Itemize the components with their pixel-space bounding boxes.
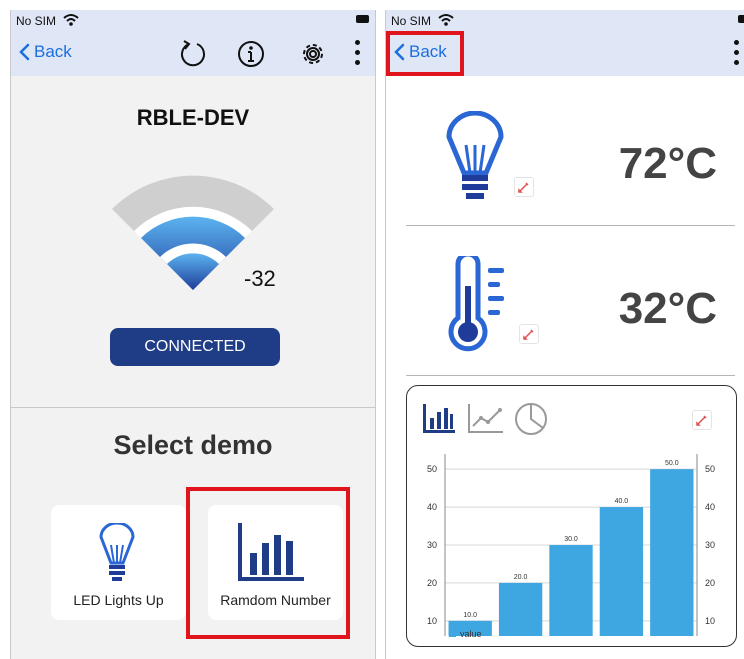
reading-row: 72°C — [386, 105, 744, 225]
legend-swatch — [449, 630, 456, 637]
reading-row: 32°C — [386, 250, 744, 370]
connection-status-button[interactable]: CONNECTED — [110, 328, 280, 366]
y-tick-label-right: 30 — [705, 540, 715, 550]
right-screen: No SIM Back 72°C 32°C 10 10 20 20 30 30 … — [385, 10, 744, 659]
y-tick-label: 10 — [427, 616, 437, 626]
bar-data-label: 20.0 — [514, 574, 528, 581]
bar-data-label: 50.0 — [665, 460, 679, 467]
bar — [498, 582, 543, 636]
reading-value: 72°C — [618, 139, 717, 188]
more-vertical-icon[interactable] — [355, 40, 361, 70]
y-tick-label: 20 — [427, 578, 437, 588]
battery-icon — [356, 15, 369, 23]
bulb-icon — [446, 111, 504, 199]
y-tick-label: 40 — [427, 502, 437, 512]
chevron-left-icon — [19, 43, 30, 61]
y-tick-label: 30 — [427, 540, 437, 550]
y-tick-label-right: 10 — [705, 616, 715, 626]
back-label: Back — [34, 42, 72, 61]
thermometer-icon — [448, 256, 504, 352]
info-icon[interactable] — [235, 38, 267, 70]
chart-card: 10 10 20 20 30 30 40 40 50 50 10.0 20.0 30.0 40.0 50.0… — [406, 385, 737, 647]
refresh-icon[interactable] — [177, 38, 209, 70]
bar-data-label: 10.0 — [463, 612, 477, 619]
demo-tile-led[interactable]: LED Lights Up — [51, 505, 186, 620]
reading-divider — [406, 225, 735, 226]
wifi-status-icon — [63, 14, 79, 26]
legend-label: value — [460, 629, 482, 639]
bar — [599, 507, 644, 636]
reading-value: 32°C — [618, 284, 717, 333]
bar — [650, 469, 694, 636]
y-tick-label-right: 50 — [705, 464, 715, 474]
edit-icon[interactable] — [519, 324, 539, 344]
battery-icon — [738, 15, 744, 23]
bar — [549, 545, 593, 636]
carrier-label: No SIM — [16, 14, 57, 28]
more-vertical-icon[interactable] — [734, 40, 740, 70]
bulb-icon — [99, 523, 135, 581]
highlight-box — [386, 31, 464, 76]
edit-icon[interactable] — [514, 177, 534, 197]
carrier-label: No SIM — [391, 14, 432, 28]
device-name: RBLE-DEV — [136, 105, 250, 130]
status-bar: No SIM — [386, 10, 744, 32]
section-divider — [11, 407, 375, 408]
signal-value: -32 — [244, 266, 276, 291]
bar-data-label: 30.0 — [564, 536, 578, 543]
bar-data-label: 40.0 — [615, 498, 629, 505]
select-demo-title: Select demo — [113, 430, 273, 460]
highlight-box — [186, 487, 350, 639]
wifi-status-icon — [438, 14, 454, 26]
gear-icon[interactable] — [297, 38, 329, 70]
y-tick-label: 50 — [427, 464, 437, 474]
demo-tile-label: LED Lights Up — [73, 592, 164, 608]
bar-chart: 10 10 20 20 30 30 40 40 50 50 10.0 20.0 30.0 40.0 50.0… — [427, 454, 715, 639]
y-tick-label-right: 40 — [705, 502, 715, 512]
back-button[interactable]: Back — [19, 42, 72, 62]
y-tick-label-right: 20 — [705, 578, 715, 588]
navbar: Back — [11, 32, 375, 76]
status-bar: No SIM — [11, 10, 375, 32]
reading-divider — [406, 375, 735, 376]
